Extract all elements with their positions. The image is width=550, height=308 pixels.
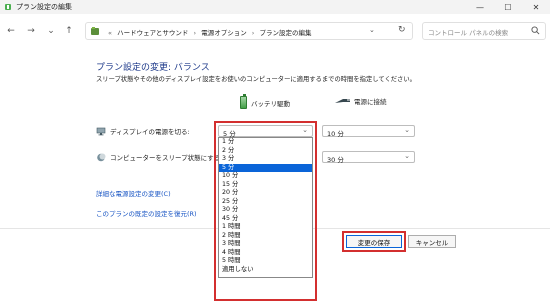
cancel-button[interactable]: キャンセル xyxy=(408,235,456,248)
dropdown-option[interactable]: 4 時間 xyxy=(219,249,312,258)
forward-button[interactable]: → xyxy=(24,24,38,38)
breadcrumb-separator[interactable]: › xyxy=(252,29,255,37)
plugged-column-header: 電源に接続 xyxy=(334,96,387,106)
breadcrumb: « ハードウェアとサウンド › 電源オプション › プラン設定の編集 xyxy=(108,27,314,37)
back-button[interactable]: ← xyxy=(4,24,18,38)
battery-column-label: バッテリ駆動 xyxy=(251,99,290,108)
dropdown-option[interactable]: 30 分 xyxy=(219,206,312,215)
refresh-button[interactable]: ↻ xyxy=(398,25,406,35)
breadcrumb-separator[interactable]: › xyxy=(194,29,197,37)
window-title: プラン設定の編集 xyxy=(16,3,72,11)
battery-column-header: バッテリ駆動 xyxy=(240,94,290,109)
sleep-plugged-select[interactable]: 30 分 ⌄ xyxy=(322,151,415,164)
dropdown-option[interactable]: 5 時間 xyxy=(219,257,312,266)
dropdown-option[interactable]: 45 分 xyxy=(219,215,312,224)
up-button[interactable]: ↑ xyxy=(62,24,76,38)
page-title: プラン設定の変更: バランス xyxy=(96,63,210,73)
save-button[interactable]: 変更の保存 xyxy=(346,235,402,248)
search-icon xyxy=(531,26,540,35)
chevron-down-icon: ⌄ xyxy=(302,126,308,134)
address-bar[interactable]: « ハードウェアとサウンド › 電源オプション › プラン設定の編集 ⌄ ↻ xyxy=(85,22,413,40)
navigation-bar: ← → ⌄ ↑ « ハードウェアとサウンド › 電源オプション › プラン設定の… xyxy=(0,20,550,42)
chevron-down-icon: ⌄ xyxy=(404,126,410,134)
control-panel-icon xyxy=(91,27,99,35)
sleep-row: コンピューターをスリープ状態にする: xyxy=(96,152,222,162)
dropdown-option[interactable]: 20 分 xyxy=(219,189,312,198)
display-battery-select[interactable]: 5 分 ⌄ xyxy=(218,125,313,138)
minimize-button[interactable]: — xyxy=(466,0,494,14)
chevron-down-icon: ⌄ xyxy=(404,152,410,160)
display-plugged-value: 10 分 xyxy=(327,129,344,138)
dropdown-option[interactable]: 1 分 xyxy=(219,138,312,147)
breadcrumb-power-options[interactable]: 電源オプション xyxy=(201,29,247,37)
display-icon xyxy=(96,127,106,135)
battery-icon xyxy=(240,94,247,109)
title-bar: プラン設定の編集 — ☐ ✕ xyxy=(0,0,550,14)
display-plugged-select[interactable]: 10 分 ⌄ xyxy=(322,125,415,138)
maximize-button[interactable]: ☐ xyxy=(494,0,522,14)
restore-defaults-link[interactable]: このプランの既定の設定を復元(R) xyxy=(96,208,197,218)
address-dropdown-icon[interactable]: ⌄ xyxy=(369,26,375,34)
sleep-plugged-value: 30 分 xyxy=(327,155,344,164)
close-button[interactable]: ✕ xyxy=(522,0,550,14)
power-plug-icon xyxy=(335,99,350,103)
dropdown-option[interactable]: 1 時間 xyxy=(219,223,312,232)
breadcrumb-overflow[interactable]: « xyxy=(108,29,112,37)
display-off-row: ディスプレイの電源を切る: xyxy=(96,126,190,136)
display-battery-value: 5 分 xyxy=(223,129,236,138)
search-placeholder: コントロール パネルの検索 xyxy=(428,29,509,37)
dropdown-option[interactable]: 3 時間 xyxy=(219,240,312,249)
plugged-column-label: 電源に接続 xyxy=(354,98,387,106)
dropdown-option[interactable]: 25 分 xyxy=(219,198,312,207)
display-battery-dropdown-list[interactable]: 1 分2 分3 分5 分 10 分 15 分 20 分 25 分 30 分 45 分1 時間… xyxy=(218,137,313,278)
dropdown-option[interactable]: 15 分 xyxy=(219,181,312,190)
dropdown-option[interactable]: 3 分 xyxy=(219,155,312,164)
breadcrumb-hardware-sound[interactable]: ハードウェアとサウンド xyxy=(117,29,188,37)
display-off-label: ディスプレイの電源を切る: xyxy=(110,128,190,136)
advanced-settings-link[interactable]: 詳細な電源設定の変更(C) xyxy=(96,188,171,198)
dropdown-option[interactable]: 2 時間 xyxy=(219,232,312,241)
page-description: スリープ状態やその他のディスプレイ設定をお使いのコンピューターに適用するまでの時… xyxy=(96,76,416,83)
search-input[interactable]: コントロール パネルの検索 xyxy=(422,22,546,40)
dropdown-option[interactable]: 10 分 xyxy=(219,172,312,181)
recent-locations-button[interactable]: ⌄ xyxy=(44,24,58,38)
dropdown-option[interactable]: 5 分 xyxy=(219,163,312,172)
dropdown-option[interactable]: 2 分 xyxy=(219,147,312,156)
sleep-label: コンピューターをスリープ状態にする: xyxy=(110,154,223,162)
dropdown-option[interactable]: 適用しない xyxy=(219,266,312,275)
breadcrumb-edit-plan[interactable]: プラン設定の編集 xyxy=(259,29,311,37)
power-options-icon xyxy=(5,4,11,10)
sleep-moon-icon xyxy=(97,153,106,161)
